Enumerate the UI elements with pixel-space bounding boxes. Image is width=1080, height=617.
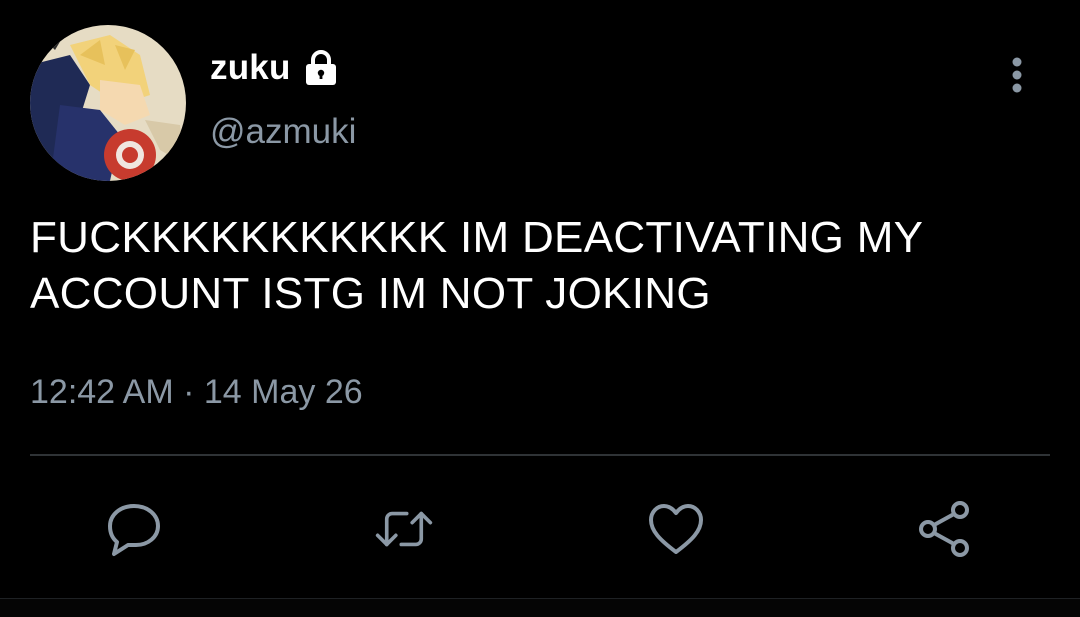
lock-icon (301, 48, 341, 88)
share-icon (919, 501, 969, 557)
display-name[interactable]: zuku (210, 48, 291, 88)
avatar[interactable] (30, 25, 186, 181)
meta-separator: · (183, 373, 195, 411)
like-icon (649, 504, 703, 554)
divider (30, 454, 1050, 456)
retweet-icon (375, 511, 433, 547)
reply-icon (108, 504, 160, 556)
tweet-date: 14 May 26 (203, 373, 363, 411)
more-vertical-icon[interactable] (1000, 52, 1034, 98)
retweet-button[interactable] (374, 500, 434, 558)
reply-button[interactable] (104, 500, 164, 558)
tweet-card: zuku @azmuki FUCKKKKKKKKKKK IM DEACTIVAT… (0, 0, 1080, 617)
tweet-text: FUCKKKKKKKKKKK IM DEACTIVATING MY ACCOUN… (30, 213, 923, 318)
display-name-row: zuku (210, 44, 341, 92)
like-button[interactable] (646, 500, 706, 558)
user-handle[interactable]: @azmuki (210, 112, 356, 152)
share-button[interactable] (914, 500, 974, 558)
bottom-edge (0, 598, 1080, 617)
avatar-illustration (30, 25, 186, 181)
tweet-timestamp[interactable]: 12:42 AM · 14 May 26 (30, 373, 363, 412)
tweet-time: 12:42 AM (30, 373, 174, 411)
